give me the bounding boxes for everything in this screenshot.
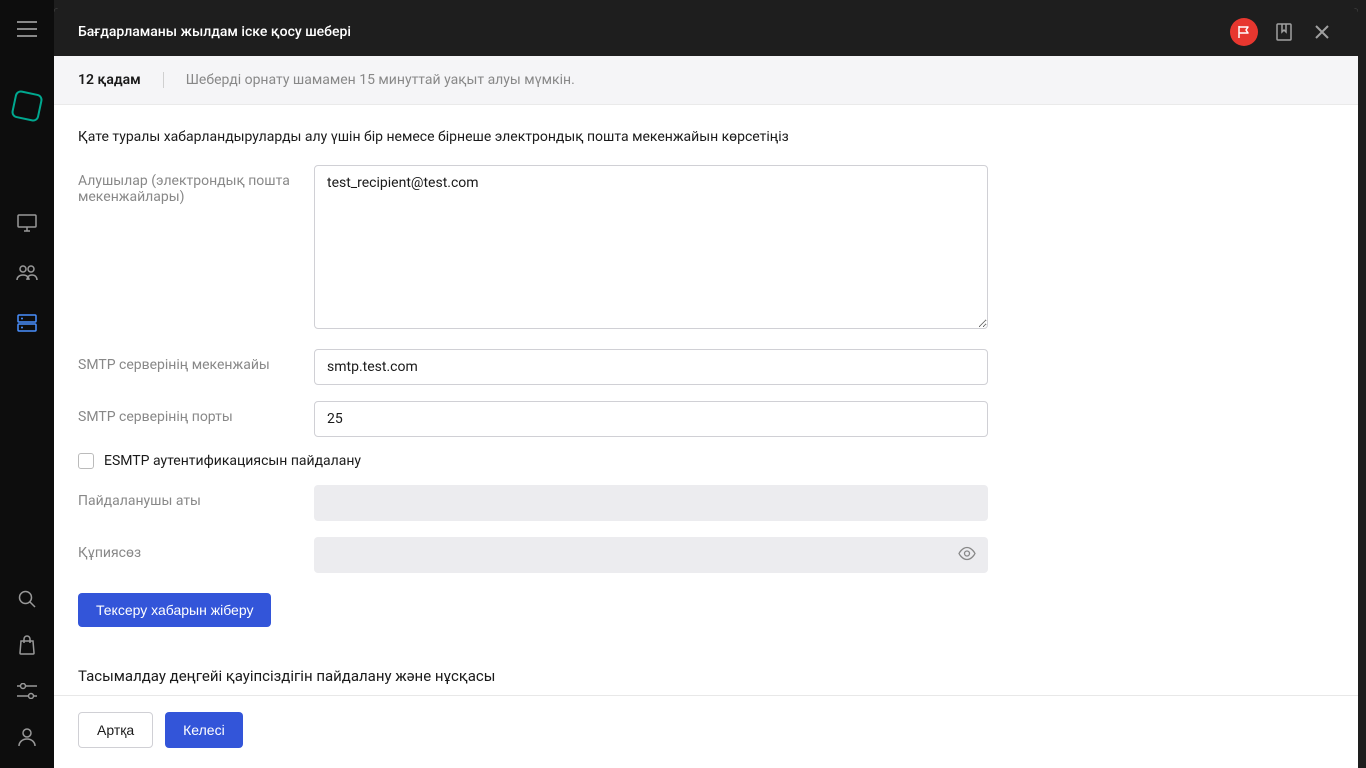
step-divider	[163, 72, 164, 88]
smtp-port-input[interactable]	[314, 401, 988, 437]
monitor-icon[interactable]	[16, 212, 38, 234]
sidebar-nav	[16, 212, 38, 334]
smtp-address-label: SMTP серверінің мекенжайы	[78, 349, 314, 373]
step-number: 12 қадам	[78, 72, 141, 88]
smtp-address-input[interactable]	[314, 349, 988, 385]
step-hint: Шеберді орнату шамамен 15 минуттай уақыт…	[186, 72, 575, 88]
smtp-port-row: SMTP серверінің порты	[78, 401, 1334, 437]
username-row: Пайдаланушы аты	[78, 485, 1334, 521]
recipients-label: Алушылар (электрондық пошта мекенжайлары…	[78, 165, 314, 205]
modal-footer: Артқа Келесі	[54, 695, 1358, 768]
hamburger-icon[interactable]	[17, 18, 37, 42]
recipients-textarea[interactable]	[314, 165, 988, 329]
password-input	[314, 537, 988, 573]
next-button[interactable]: Келесі	[165, 712, 243, 748]
smtp-address-row: SMTP серверінің мекенжайы	[78, 349, 1334, 385]
section-intro: Қате туралы хабарландыруларды алу үшін б…	[78, 129, 1334, 145]
modal-header: Бағдарламаны жылдам іске қосу шебері	[54, 8, 1358, 56]
users-icon[interactable]	[16, 262, 38, 284]
bookmark-icon[interactable]	[1272, 20, 1296, 44]
profile-icon[interactable]	[16, 726, 38, 748]
esmtp-checkbox[interactable]	[78, 453, 94, 469]
left-sidebar	[0, 0, 54, 768]
password-row: Құпиясөз	[78, 537, 1334, 573]
header-actions	[1230, 18, 1334, 46]
username-label: Пайдаланушы аты	[78, 485, 314, 509]
sidebar-bottom	[16, 588, 38, 748]
username-input	[314, 485, 988, 521]
wizard-modal: Бағдарламаны жылдам іске қосу шебері 12 …	[54, 8, 1358, 768]
step-bar: 12 қадам Шеберді орнату шамамен 15 минут…	[54, 56, 1358, 105]
close-icon[interactable]	[1310, 20, 1334, 44]
tls-heading: Тасымалдау деңгейі қауіпсіздігін пайдала…	[78, 667, 1334, 685]
modal-title: Бағдарламаны жылдам іске қосу шебері	[78, 24, 351, 40]
esmtp-checkbox-row[interactable]: ESMTP аутентификациясын пайдалану	[78, 453, 1334, 469]
back-button[interactable]: Артқа	[78, 712, 153, 748]
sliders-icon[interactable]	[16, 680, 38, 702]
esmtp-label: ESMTP аутентификациясын пайдалану	[104, 453, 361, 469]
flag-button[interactable]	[1230, 18, 1258, 46]
search-icon[interactable]	[16, 588, 38, 610]
eye-icon[interactable]	[958, 546, 976, 565]
password-label: Құпиясөз	[78, 537, 314, 561]
send-test-button[interactable]: Тексеру хабарын жіберу	[78, 593, 271, 627]
modal-body: Қате туралы хабарландыруларды алу үшін б…	[54, 105, 1358, 695]
server-icon[interactable]	[16, 312, 38, 334]
bag-icon[interactable]	[16, 634, 38, 656]
app-logo	[10, 89, 43, 122]
smtp-port-label: SMTP серверінің порты	[78, 401, 314, 425]
recipients-row: Алушылар (электрондық пошта мекенжайлары…	[78, 165, 1334, 333]
